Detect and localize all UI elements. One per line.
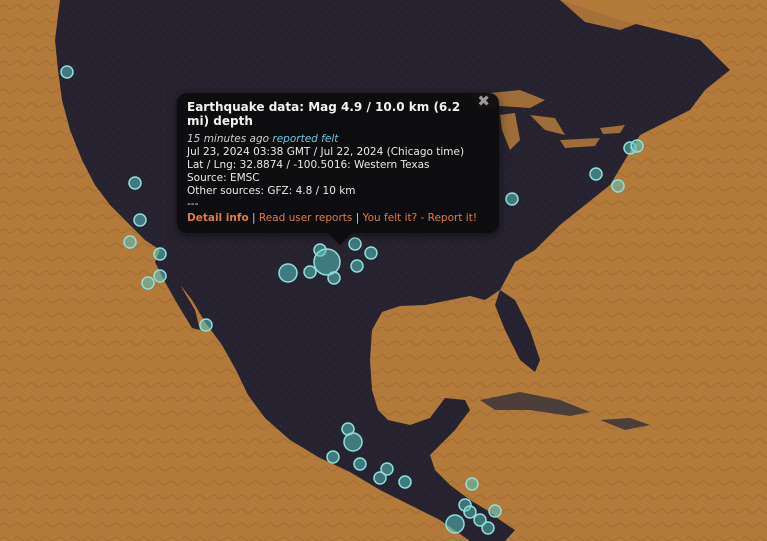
quake-marker-17[interactable] (505, 192, 519, 206)
popup-location: Lat / Lng: 32.8874 / -100.5016: Western … (187, 159, 430, 171)
quake-marker-1[interactable] (60, 65, 74, 79)
time-ago: 15 minutes ago (187, 133, 270, 145)
quake-marker-27[interactable] (398, 475, 412, 489)
popup-title: Earthquake data: Mag 4.9 / 10.0 km (6.2 … (187, 100, 461, 128)
quake-marker-24[interactable] (326, 450, 340, 464)
earthquake-popup: ✖ Earthquake data: Mag 4.9 / 10.0 km (6.… (177, 93, 499, 245)
popup-meta: 15 minutes ago reported felt (187, 133, 489, 146)
read-user-reports-link[interactable]: Read user reports (259, 212, 353, 224)
quake-marker-5[interactable] (153, 247, 167, 261)
close-icon[interactable]: ✖ (477, 94, 490, 109)
popup-source: Source: EMSC (187, 172, 260, 184)
popup-pointer (328, 233, 352, 245)
quake-marker-25[interactable] (353, 457, 367, 471)
quake-marker-14[interactable] (350, 259, 364, 273)
quake-marker-19[interactable] (611, 179, 625, 193)
quake-marker-4[interactable] (123, 235, 137, 249)
quake-marker-18[interactable] (589, 167, 603, 181)
quake-marker-15[interactable] (364, 246, 378, 260)
quake-marker-7[interactable] (141, 276, 155, 290)
quake-marker-30[interactable] (445, 514, 465, 534)
link-separator: | (352, 212, 363, 224)
quake-marker-cluster-4[interactable] (481, 521, 495, 535)
quake-marker-29[interactable] (488, 504, 502, 518)
quake-marker-28[interactable] (465, 477, 479, 491)
reported-felt-link[interactable]: reported felt (272, 133, 338, 145)
quake-marker-2[interactable] (128, 176, 142, 190)
popup-other-sources: Other sources: GFZ: 4.8 / 10 km (187, 185, 356, 197)
quake-marker-8[interactable] (199, 318, 213, 332)
quake-marker-13[interactable] (327, 271, 341, 285)
quake-marker-12[interactable] (313, 248, 341, 276)
report-it-link[interactable]: You felt it? - Report it! (363, 212, 477, 224)
quake-marker-6[interactable] (153, 269, 167, 283)
quake-marker-21[interactable] (630, 139, 644, 153)
quake-marker-9[interactable] (278, 263, 298, 283)
map-canvas[interactable] (0, 0, 767, 541)
quake-marker-cluster-5[interactable] (373, 471, 387, 485)
quake-marker-23[interactable] (343, 432, 363, 452)
popup-time: Jul 23, 2024 03:38 GMT / Jul 22, 2024 (C… (187, 146, 465, 158)
detail-info-link[interactable]: Detail info (187, 212, 249, 224)
popup-links: Detail info | Read user reports | You fe… (187, 212, 489, 225)
quake-marker-cluster-3[interactable] (463, 505, 477, 519)
popup-divider: --- (187, 198, 199, 210)
link-separator: | (248, 212, 259, 224)
quake-marker-10[interactable] (303, 265, 317, 279)
quake-marker-3[interactable] (133, 213, 147, 227)
